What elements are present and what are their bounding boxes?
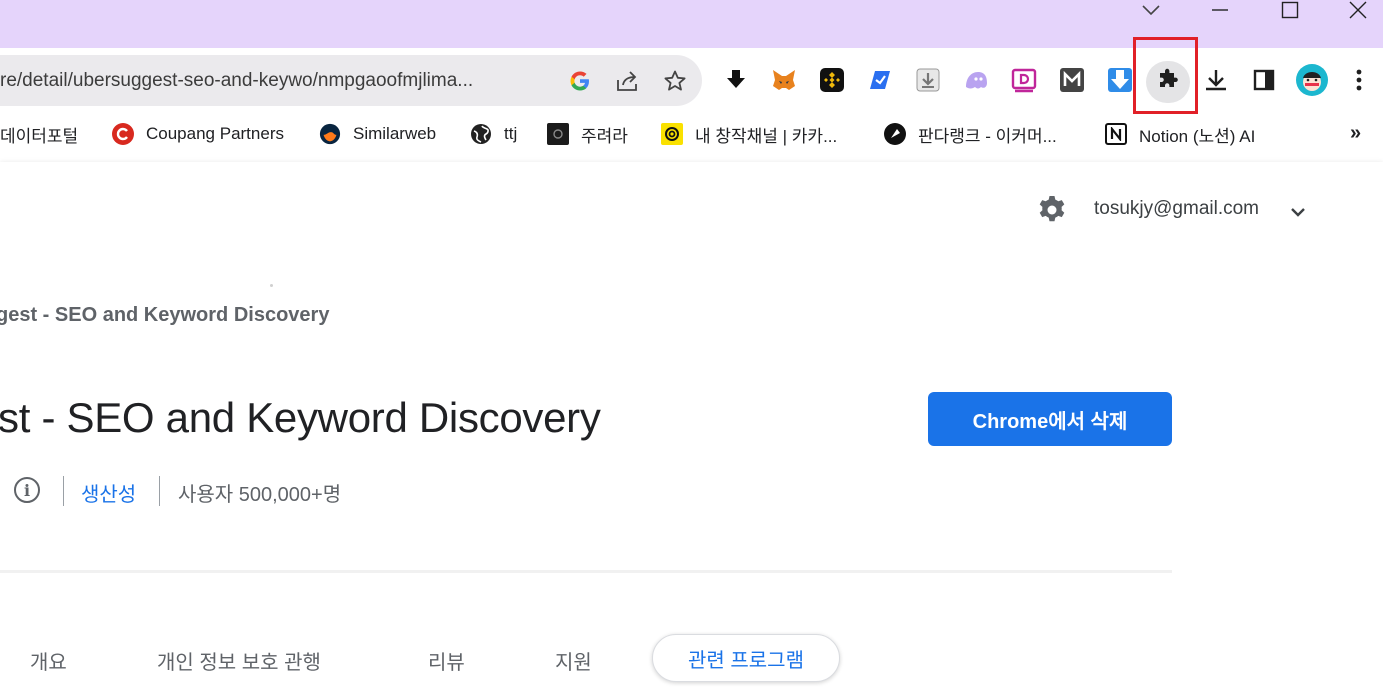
category-link[interactable]: 생산성 <box>81 478 136 507</box>
download-arrow-extension-icon[interactable] <box>722 66 750 94</box>
divider <box>63 476 64 506</box>
highlight-frame <box>1133 37 1198 114</box>
tab-privacy[interactable]: 개인 정보 보호 관행 <box>157 646 321 675</box>
chevron-down-icon[interactable] <box>1290 204 1306 222</box>
notion-icon <box>1105 123 1127 145</box>
bookmark-label: Coupang Partners <box>146 124 284 143</box>
chrome-menu-icon[interactable] <box>1345 66 1373 94</box>
bookmark-label: Similarweb <box>353 124 437 143</box>
more-bookmarks-button[interactable]: » <box>1350 122 1361 145</box>
metamask-icon[interactable] <box>770 66 798 94</box>
google-lens-icon[interactable] <box>566 67 594 95</box>
ghost-extension-icon[interactable] <box>962 66 990 94</box>
kakao-icon <box>661 123 683 145</box>
tab-support[interactable]: 지원 <box>555 646 592 675</box>
tab-search-chevron-icon[interactable] <box>1131 0 1171 20</box>
globe-icon <box>470 123 492 145</box>
downloads-icon[interactable] <box>1202 66 1230 94</box>
address-bar[interactable]: re/detail/ubersuggest-seo-and-keywo/nmpg… <box>0 55 702 106</box>
share-icon[interactable] <box>613 67 641 95</box>
divider <box>159 476 160 506</box>
profile-avatar[interactable] <box>1296 64 1328 96</box>
bookmark-label: 판다랭크 - 이커머... <box>918 126 1057 146</box>
bookmark-item[interactable]: 내 창작채널 | 카카... <box>661 121 837 147</box>
site-icon <box>547 123 569 145</box>
info-icon[interactable]: i <box>14 477 40 503</box>
extension-detail: gest - SEO and Keyword Discovery st - SE… <box>0 256 1383 693</box>
browser-window: re/detail/ubersuggest-seo-and-keywo/nmpg… <box>0 0 1383 693</box>
gear-icon[interactable] <box>1036 194 1068 226</box>
bookmark-label: 데이터포털 <box>0 126 79 146</box>
bookmark-label: Notion (노션) AI <box>1139 126 1256 146</box>
bookmark-item[interactable]: 데이터포털 <box>0 121 78 147</box>
bookmark-item[interactable]: 판다랭크 - 이커머... <box>884 121 1057 147</box>
binance-icon[interactable] <box>818 66 846 94</box>
account-email[interactable]: tosukjy@gmail.com <box>1094 198 1259 220</box>
bookmark-label: 주려라 <box>581 126 628 146</box>
page-title: st - SEO and Keyword Discovery <box>0 394 601 441</box>
flag-extension-icon[interactable] <box>866 66 894 94</box>
user-count: 사용자 500,000+명 <box>178 484 342 506</box>
pink-d-extension-icon[interactable] <box>1010 66 1038 94</box>
maximize-icon[interactable] <box>1270 0 1310 20</box>
breadcrumb: gest - SEO and Keyword Discovery <box>0 304 330 326</box>
tab-related[interactable]: 관련 프로그램 <box>652 634 840 682</box>
bookmark-star-icon[interactable] <box>661 67 689 95</box>
coupang-icon <box>112 123 134 145</box>
bookmark-label: 내 창작채널 | 카카... <box>695 126 838 146</box>
bookmark-item[interactable]: Notion (노션) AI <box>1105 121 1255 147</box>
bookmark-item[interactable]: ttj <box>470 121 517 147</box>
close-icon[interactable] <box>1338 0 1378 20</box>
bookmark-item[interactable]: 주려라 <box>547 121 628 147</box>
side-panel-icon[interactable] <box>1250 66 1278 94</box>
section-divider <box>0 570 1172 573</box>
tab-overview[interactable]: 개요 <box>30 646 67 675</box>
remove-from-chrome-button[interactable]: Chrome에서 삭제 <box>928 392 1172 446</box>
url-text[interactable]: re/detail/ubersuggest-seo-and-keywo/nmpg… <box>0 55 520 106</box>
minimize-icon[interactable] <box>1200 0 1240 20</box>
pandarank-icon <box>884 123 906 145</box>
bookmarks-bar: 데이터포털 Coupang Partners Similarweb ttj 주려… <box>0 113 1383 154</box>
download-tray-extension-icon[interactable] <box>914 66 942 94</box>
blue-download-extension-icon[interactable] <box>1106 66 1134 94</box>
bookmark-item[interactable]: Similarweb <box>319 121 436 147</box>
decorative-dot <box>270 284 273 287</box>
bookmark-label: ttj <box>504 124 518 143</box>
similarweb-icon <box>319 123 341 145</box>
tab-reviews[interactable]: 리뷰 <box>428 646 465 675</box>
store-header: tosukjy@gmail.com <box>0 162 1383 256</box>
bookmark-item[interactable]: Coupang Partners <box>112 121 284 147</box>
m-extension-icon[interactable] <box>1058 66 1086 94</box>
